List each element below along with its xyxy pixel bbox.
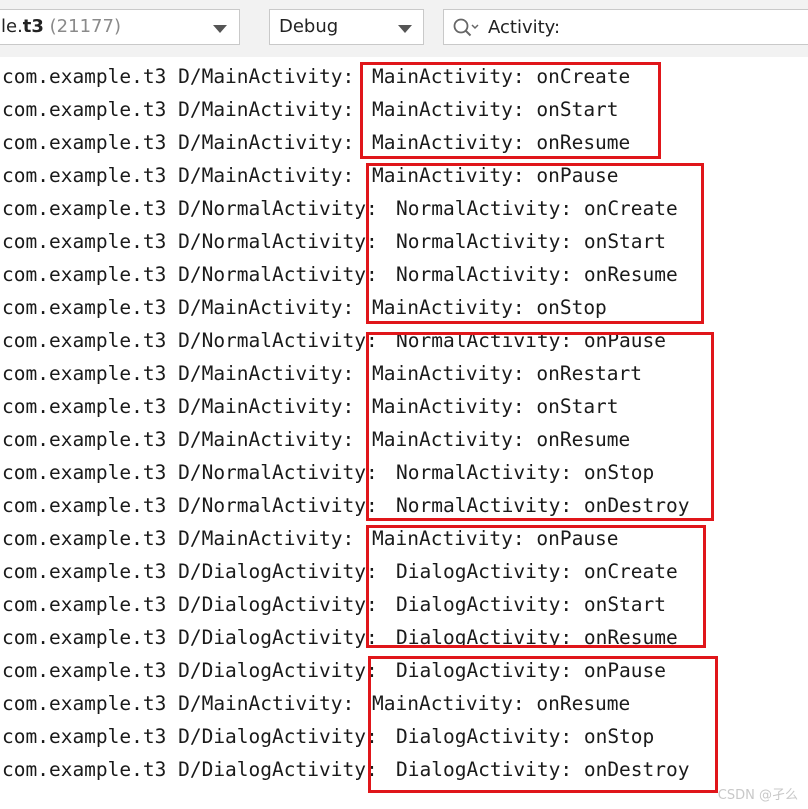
log-line[interactable]: com.example.t3 D/MainActivity: MainActivi… (2, 390, 619, 423)
chevron-down-icon[interactable] (213, 25, 227, 33)
highlight-box-normal-start (366, 163, 704, 324)
log-line[interactable]: com.example.t3 D/NormalActivity: NormalAc… (2, 192, 678, 225)
logcat-toolbar: le.t3 (21177) Debug (0, 0, 808, 57)
log-line[interactable]: com.example.t3 D/DialogActivity: DialogAc… (2, 621, 678, 654)
log-line[interactable]: com.example.t3 D/MainActivity: MainActivi… (2, 291, 607, 324)
log-tag: com.example.t3 D/NormalActivity: (2, 263, 378, 286)
process-name-bold: t3 (22, 16, 44, 37)
log-line[interactable]: com.example.t3 D/DialogActivity: DialogAc… (2, 555, 678, 588)
search-input[interactable] (488, 10, 808, 44)
log-line[interactable]: com.example.t3 D/DialogActivity: DialogAc… (2, 753, 690, 786)
log-line[interactable]: com.example.t3 D/MainActivity: MainActivi… (2, 93, 619, 126)
log-line[interactable]: com.example.t3 D/DialogActivity: DialogAc… (2, 588, 666, 621)
log-tag: com.example.t3 D/DialogActivity: (2, 626, 378, 649)
log-search-field[interactable] (443, 9, 808, 45)
log-tag: com.example.t3 D/MainActivity: (2, 296, 355, 319)
highlight-box-dialog-finish (368, 656, 718, 793)
log-tag: com.example.t3 D/NormalActivity: (2, 461, 378, 484)
watermark: CSDN @孑么 (717, 788, 798, 803)
process-pid: (21177) (43, 16, 121, 37)
log-tag: com.example.t3 D/MainActivity: (2, 164, 355, 187)
log-tag: com.example.t3 D/MainActivity: (2, 65, 355, 88)
log-tag: com.example.t3 D/DialogActivity: (2, 659, 378, 682)
log-tag: com.example.t3 D/DialogActivity: (2, 560, 378, 583)
log-tag: com.example.t3 D/DialogActivity: (2, 593, 378, 616)
log-line[interactable]: com.example.t3 D/NormalActivity: NormalAc… (2, 489, 690, 522)
log-line[interactable]: com.example.t3 D/MainActivity: MainActivi… (2, 159, 619, 192)
log-tag: com.example.t3 D/MainActivity: (2, 395, 355, 418)
process-name-prefix: le. (1, 16, 23, 37)
log-tag: com.example.t3 D/NormalActivity: (2, 230, 378, 253)
search-icon[interactable] (452, 17, 480, 39)
log-line[interactable]: com.example.t3 D/MainActivity: MainActivi… (2, 357, 642, 390)
log-tag: com.example.t3 D/MainActivity: (2, 131, 355, 154)
log-line[interactable]: com.example.t3 D/DialogActivity: DialogAc… (2, 654, 666, 687)
log-line[interactable]: com.example.t3 D/NormalActivity: NormalAc… (2, 324, 666, 357)
log-tag: com.example.t3 D/NormalActivity: (2, 329, 378, 352)
log-line[interactable]: com.example.t3 D/MainActivity: MainActivi… (2, 423, 630, 456)
log-tag: com.example.t3 D/NormalActivity: (2, 197, 378, 220)
highlight-box-dialog-start (366, 525, 706, 648)
log-line[interactable]: com.example.t3 D/MainActivity: MainActivi… (2, 60, 630, 93)
log-level-value: Debug (279, 16, 339, 37)
logcat-output[interactable]: com.example.t3 D/MainActivity: MainActivi… (0, 57, 808, 809)
log-tag: com.example.t3 D/MainActivity: (2, 98, 355, 121)
log-tag: com.example.t3 D/MainActivity: (2, 428, 355, 451)
highlight-box-normal-finish (366, 332, 714, 521)
process-dropdown[interactable]: le.t3 (21177) (0, 9, 240, 45)
log-tag: com.example.t3 D/MainActivity: (2, 527, 355, 550)
log-level-dropdown[interactable]: Debug (269, 9, 424, 45)
log-line[interactable]: com.example.t3 D/MainActivity: MainActivi… (2, 522, 619, 555)
chevron-down-icon[interactable] (398, 25, 412, 33)
log-tag: com.example.t3 D/MainActivity: (2, 692, 355, 715)
log-tag: com.example.t3 D/MainActivity: (2, 362, 355, 385)
log-line[interactable]: com.example.t3 D/NormalActivity: NormalAc… (2, 456, 654, 489)
log-tag: com.example.t3 D/DialogActivity: (2, 725, 378, 748)
highlight-box-main-start (360, 62, 661, 159)
log-line[interactable]: com.example.t3 D/DialogActivity: DialogAc… (2, 720, 654, 753)
log-line[interactable]: com.example.t3 D/NormalActivity: NormalAc… (2, 225, 666, 258)
log-line[interactable]: com.example.t3 D/MainActivity: MainActivi… (2, 126, 630, 159)
log-tag: com.example.t3 D/DialogActivity: (2, 758, 378, 781)
log-line[interactable]: com.example.t3 D/MainActivity: MainActivi… (2, 687, 630, 720)
log-tag: com.example.t3 D/NormalActivity: (2, 494, 378, 517)
log-line[interactable]: com.example.t3 D/NormalActivity: NormalAc… (2, 258, 678, 291)
